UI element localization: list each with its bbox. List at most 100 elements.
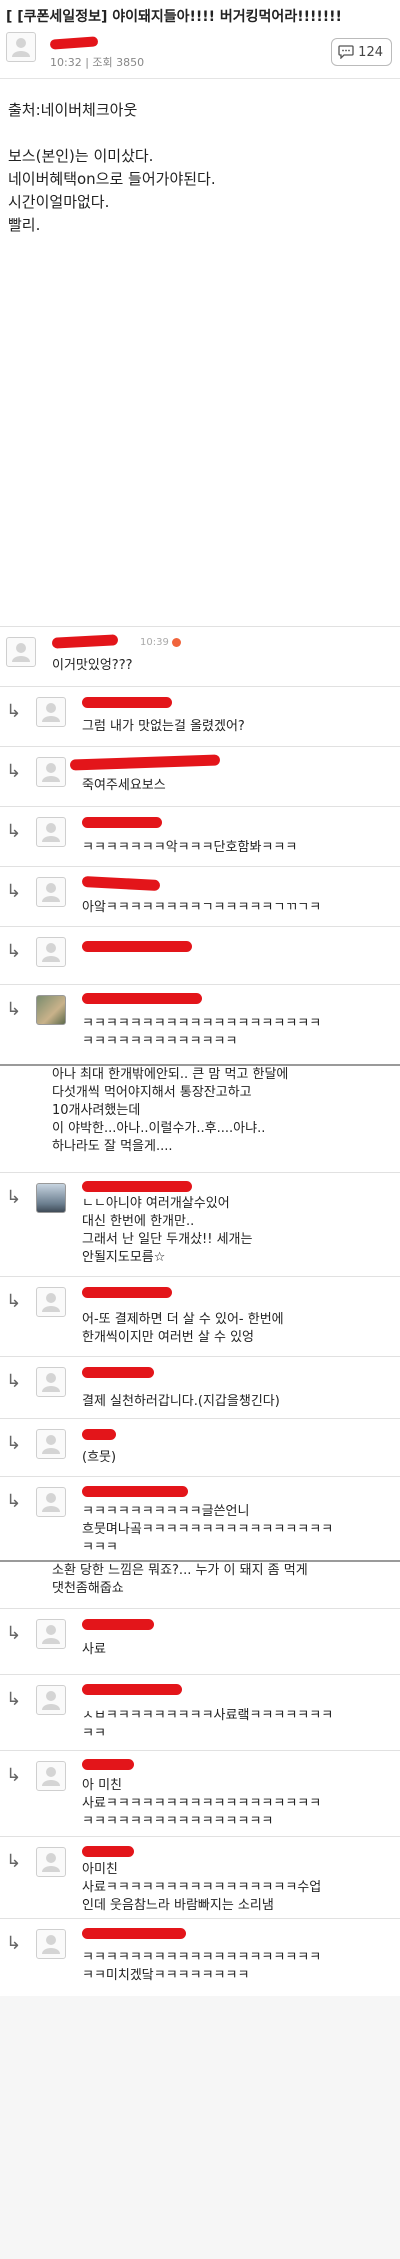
post-body-line: 빨리. <box>8 216 41 234</box>
reply-item: ↳ ㄴㄴ아니야 여러개살수있어 대신 한번에 한개만.. 그래서 난 일단 두개… <box>0 1172 400 1276</box>
comment-text: 아미친 사료ㅋㅋㅋㅋㅋㅋㅋㅋㅋㅋㅋㅋㅋㅋㅋㅋ수업 인데 웃음참느라 바람빠지는 … <box>82 1862 322 1913</box>
reply-arrow-icon: ↳ <box>6 1765 22 1786</box>
reply-arrow-icon: ↳ <box>6 1491 22 1512</box>
comment-text: 그럼 내가 맛없는걸 올렸겠어? <box>82 719 245 734</box>
commenter-name-redacted <box>82 941 192 952</box>
commenter-avatar[interactable] <box>36 1685 66 1715</box>
commenter-name-redacted <box>81 875 161 892</box>
post-body: 출처:네이버체크아웃 보스(본인)는 이미샀다. 네이버혜택on으로 들어가야된… <box>0 78 400 627</box>
comment-text: ㅅㅂㅋㅋㅋㅋㅋㅋㅋㅋㅋ사료랰ㅋㅋㅋㅋㅋㅋㅋ ㅋㅋ <box>82 1708 334 1741</box>
user-silhouette-icon <box>42 823 60 842</box>
comment-item: 10:39 이거맛있엉??? <box>0 626 400 686</box>
reply-arrow-icon: ↳ <box>6 1371 22 1392</box>
reply-item: ↳ 그럼 내가 맛없는걸 올렸겠어? <box>0 686 400 746</box>
commenter-name-redacted <box>82 1181 192 1192</box>
commenter-name-redacted <box>82 1367 154 1378</box>
commenter-avatar[interactable] <box>36 757 66 787</box>
post-title[interactable]: [ [쿠폰세일정보] 야이돼지들아!!!! 버거킹먹어라!!!!!!! <box>6 6 398 26</box>
commenter-name-redacted <box>82 1759 134 1770</box>
post-meta-line: 10:32 | 조회 3850 <box>50 54 144 70</box>
user-silhouette-icon <box>42 763 60 782</box>
comment-text: 아나 최대 한개밖에안되.. 큰 맘 먹고 한달에 다섯개씩 먹어야지해서 통장… <box>52 1067 289 1154</box>
comment-count: 124 <box>358 44 383 60</box>
reply-arrow-icon: ↳ <box>6 941 22 962</box>
reply-item: ↳ 아앜ㅋㅋㅋㅋㅋㅋㅋㅋㄱㅋㅋㅋㅋㅋㄱㄲㄱㅋ <box>0 866 400 926</box>
post-header: [ [쿠폰세일정보] 야이돼지들아!!!! 버거킹먹어라!!!!!!! 10:3… <box>0 0 400 78</box>
user-silhouette-icon <box>42 1625 60 1644</box>
reply-arrow-icon: ↳ <box>6 1689 22 1710</box>
comment-text: 아 미친 사료ㅋㅋㅋㅋㅋㅋㅋㅋㅋㅋㅋㅋㅋㅋㅋㅋㅋㅋ ㅋㅋㅋㅋㅋㅋㅋㅋㅋㅋㅋㅋㅋㅋ… <box>82 1778 322 1829</box>
reply-item: ↳ <box>0 926 400 984</box>
commenter-avatar[interactable] <box>36 937 66 967</box>
commenter-name-redacted <box>69 754 221 771</box>
commenter-avatar[interactable] <box>36 697 66 727</box>
post-body-line: 시간이얼마없다. <box>8 193 110 211</box>
reply-arrow-icon: ↳ <box>6 1933 22 1954</box>
user-silhouette-icon <box>42 1767 60 1786</box>
comment-time: 10:39 <box>140 637 181 648</box>
user-silhouette-icon <box>42 1853 60 1872</box>
user-silhouette-icon <box>12 38 30 57</box>
comment-count-button[interactable]: 124 <box>331 38 392 66</box>
comment-text: ㅋㅋㅋㅋㅋㅋㅋㅋㅋㅋ글쓴언니 흐뭇며나곸ㅋㅋㅋㅋㅋㅋㅋㅋㅋㅋㅋㅋㅋㅋㅋㅋ ㅋㅋㅋ <box>82 1504 334 1555</box>
reply-arrow-icon: ↳ <box>6 761 22 782</box>
commenter-avatar[interactable] <box>36 877 66 907</box>
reply-item: ↳ 아 미친 사료ㅋㅋㅋㅋㅋㅋㅋㅋㅋㅋㅋㅋㅋㅋㅋㅋㅋㅋ ㅋㅋㅋㅋㅋㅋㅋㅋㅋㅋㅋㅋ… <box>0 1750 400 1836</box>
reply-arrow-icon: ↳ <box>6 1291 22 1312</box>
post-body-line: 보스(본인)는 이미샀다. <box>8 147 154 165</box>
commenter-photo-avatar[interactable] <box>36 1183 66 1213</box>
user-silhouette-icon <box>42 1935 60 1954</box>
comment-text: 이거맛있엉??? <box>52 658 133 673</box>
reply-item: ↳ ㅋㅋㅋㅋㅋㅋㅋㅋㅋㅋㅋㅋㅋㅋㅋㅋㅋㅋㅋㅋ ㅋㅋㅋㅋㅋㅋㅋㅋㅋㅋㅋㅋㅋ <box>0 984 400 1064</box>
reply-arrow-icon: ↳ <box>6 1187 22 1208</box>
commenter-name-redacted <box>82 1429 116 1440</box>
author-avatar[interactable] <box>6 32 36 62</box>
user-silhouette-icon <box>42 703 60 722</box>
meta-separator: | <box>85 56 89 69</box>
commenter-avatar[interactable] <box>36 1287 66 1317</box>
commenter-avatar[interactable] <box>36 1619 66 1649</box>
commenter-avatar[interactable] <box>36 1847 66 1877</box>
reply-arrow-icon: ↳ <box>6 1623 22 1644</box>
reply-item: ↳ ㅅㅂㅋㅋㅋㅋㅋㅋㅋㅋㅋ사료랰ㅋㅋㅋㅋㅋㅋㅋ ㅋㅋ <box>0 1674 400 1750</box>
commenter-name-redacted <box>82 1684 182 1695</box>
commenter-avatar[interactable] <box>36 817 66 847</box>
new-badge-icon <box>171 637 181 647</box>
reply-item: ↳ 결제 실천하러갑니다.(지갑을챙긴다) <box>0 1356 400 1418</box>
commenter-avatar[interactable] <box>36 1429 66 1459</box>
user-silhouette-icon <box>42 1373 60 1392</box>
user-silhouette-icon <box>42 883 60 902</box>
comment-text: ㅋㅋㅋㅋㅋㅋㅋㅋㅋㅋㅋㅋㅋㅋㅋㅋㅋㅋㅋㅋ ㅋㅋㅋㅋㅋㅋㅋㅋㅋㅋㅋㅋㅋ <box>82 1016 322 1049</box>
post-body-line: 출처:네이버체크아웃 <box>8 101 138 119</box>
user-silhouette-icon <box>42 943 60 962</box>
post-body-line: 네이버혜택on으로 들어가야된다. <box>8 170 216 188</box>
user-silhouette-icon <box>42 1691 60 1710</box>
reply-item: ↳ 죽여주세요보스 <box>0 746 400 806</box>
reply-item: ↳ ㅋㅋㅋㅋㅋㅋㅋ악ㅋㅋㅋ단호함봐ㅋㅋㅋ <box>0 806 400 866</box>
commenter-photo-avatar[interactable] <box>36 995 66 1025</box>
user-silhouette-icon <box>42 1293 60 1312</box>
reply-item: ↳ 사료 <box>0 1608 400 1674</box>
commenter-name-redacted <box>82 697 172 708</box>
reply-arrow-icon: ↳ <box>6 1433 22 1454</box>
post-views: 조회 3850 <box>92 56 145 69</box>
reply-item: ↳ 어-또 결제하면 더 살 수 있어- 한번에 한개씩이지만 여러번 살 수 … <box>0 1276 400 1356</box>
comment-text: 소환 당한 느낌은 뭐죠?... 누가 이 돼지 좀 먹게 댓천좀해줍쇼 <box>52 1563 308 1596</box>
commenter-avatar[interactable] <box>36 1929 66 1959</box>
comment-text: 결제 실천하러갑니다.(지갑을챙긴다) <box>82 1394 280 1409</box>
commenter-name-redacted <box>82 1287 172 1298</box>
reply-arrow-icon: ↳ <box>6 999 22 1020</box>
commenter-avatar[interactable] <box>36 1761 66 1791</box>
commenter-avatar[interactable] <box>6 637 36 667</box>
commenter-name-redacted <box>82 817 162 828</box>
commenter-name-redacted <box>82 1486 188 1497</box>
comment-text: 어-또 결제하면 더 살 수 있어- 한번에 한개씩이지만 여러번 살 수 있엉 <box>82 1312 284 1345</box>
user-silhouette-icon <box>12 643 30 662</box>
commenter-avatar[interactable] <box>36 1487 66 1517</box>
reply-arrow-icon: ↳ <box>6 821 22 842</box>
commenter-name-redacted <box>82 1619 154 1630</box>
reply-arrow-icon: ↳ <box>6 881 22 902</box>
commenter-avatar[interactable] <box>36 1367 66 1397</box>
user-silhouette-icon <box>42 1435 60 1454</box>
reply-arrow-icon: ↳ <box>6 1851 22 1872</box>
